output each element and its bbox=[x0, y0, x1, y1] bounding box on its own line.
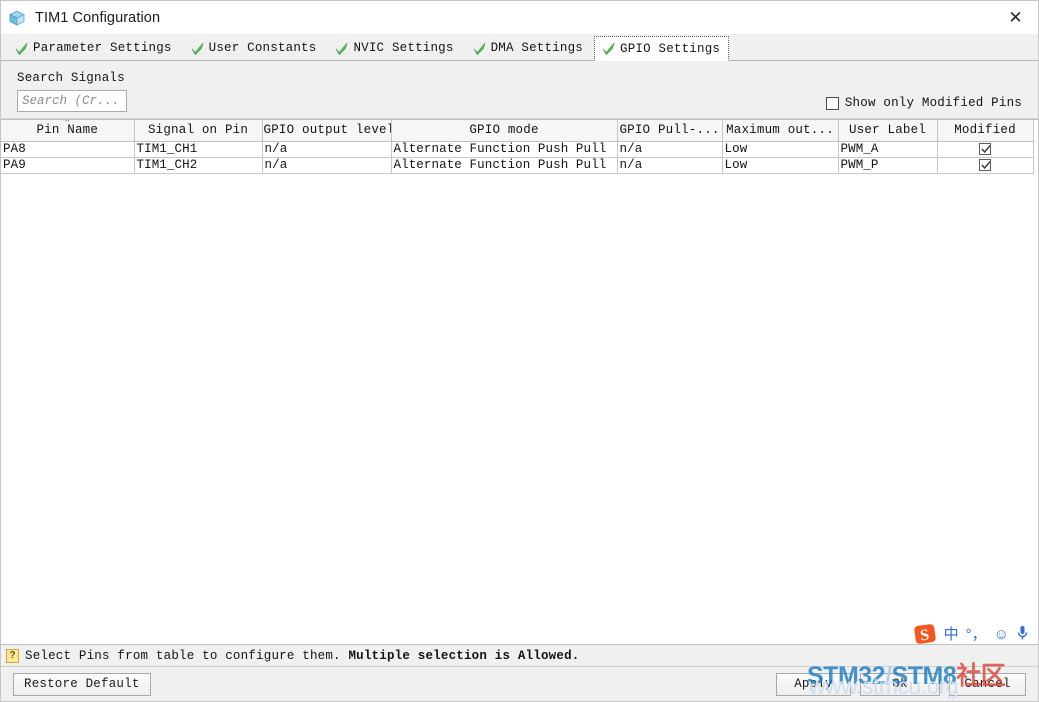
tim1-configuration-dialog: TIM1 Configuration ✕ Parameter Settings … bbox=[0, 0, 1039, 702]
dialog-button-bar: Restore Default Apply Ok Cancel bbox=[1, 667, 1038, 701]
checkbox-box bbox=[825, 96, 839, 110]
cell-gpio-pull[interactable]: n/a bbox=[617, 141, 723, 158]
status-bar: ? Select Pins from table to configure th… bbox=[1, 645, 1038, 667]
cell-gpio-output-level[interactable]: n/a bbox=[262, 157, 392, 174]
search-signals-label: Search Signals bbox=[17, 71, 125, 85]
search-input[interactable] bbox=[17, 90, 127, 112]
apply-button[interactable]: Apply bbox=[776, 672, 851, 696]
column-label: User Label bbox=[848, 123, 926, 138]
column-header-modified[interactable]: Modified bbox=[937, 120, 1034, 142]
column-header-signal-on-pin[interactable]: Signal on Pin bbox=[134, 120, 263, 142]
green-check-icon bbox=[14, 41, 29, 56]
tab-label: User Constants bbox=[208, 41, 317, 55]
column-header-user-label[interactable]: User Label bbox=[838, 120, 938, 142]
column-header-gpio-output-level[interactable]: GPIO output level bbox=[262, 120, 392, 142]
tab-nvic-settings[interactable]: NVIC Settings bbox=[327, 35, 463, 60]
status-message: Select Pins from table to configure them… bbox=[25, 649, 580, 663]
tab-dma-settings[interactable]: DMA Settings bbox=[464, 35, 592, 60]
tab-user-constants[interactable]: User Constants bbox=[182, 35, 326, 60]
cell-gpio-pull[interactable]: n/a bbox=[617, 157, 723, 174]
column-header-maximum-output[interactable]: Maximum out... bbox=[722, 120, 839, 142]
tab-label: GPIO Settings bbox=[620, 41, 721, 56]
cell-pin-name[interactable]: PA9 bbox=[1, 157, 135, 174]
cancel-button[interactable]: Cancel bbox=[949, 672, 1026, 696]
pins-table: ⌃ Pin Name Signal on Pin GPIO output lev… bbox=[1, 120, 1034, 174]
restore-default-button[interactable]: Restore Default bbox=[13, 672, 151, 696]
checkmark-icon[interactable] bbox=[979, 142, 991, 155]
search-area: Search Signals Show only Modified Pins bbox=[1, 61, 1038, 119]
cube-icon bbox=[8, 9, 26, 27]
cell-maximum-output[interactable]: Low bbox=[722, 141, 839, 158]
cell-signal-on-pin[interactable]: TIM1_CH2 bbox=[134, 157, 263, 174]
green-check-icon bbox=[472, 41, 487, 56]
table-header-row: ⌃ Pin Name Signal on Pin GPIO output lev… bbox=[1, 120, 1034, 142]
show-modified-pins-label: Show only Modified Pins bbox=[844, 96, 1022, 110]
column-label: Maximum out... bbox=[726, 123, 834, 138]
tab-gpio-settings[interactable]: GPIO Settings bbox=[594, 36, 730, 61]
tab-parameter-settings[interactable]: Parameter Settings bbox=[7, 35, 181, 60]
help-question-icon: ? bbox=[6, 648, 19, 663]
tab-label: Parameter Settings bbox=[33, 41, 172, 55]
cell-maximum-output[interactable]: Low bbox=[722, 157, 839, 174]
page-title: TIM1 Configuration bbox=[35, 9, 161, 26]
green-check-icon bbox=[334, 41, 349, 56]
cell-user-label[interactable]: PWM_A bbox=[838, 141, 938, 158]
column-label: Signal on Pin bbox=[147, 123, 249, 138]
column-label: GPIO output level bbox=[263, 123, 391, 138]
cell-gpio-output-level[interactable]: n/a bbox=[262, 141, 392, 158]
table-row[interactable]: PA8 TIM1_CH1 n/a Alternate Function Push… bbox=[1, 141, 1034, 158]
search-group: Search Signals bbox=[17, 71, 127, 112]
cell-modified[interactable] bbox=[937, 157, 1034, 174]
green-check-icon bbox=[601, 41, 616, 56]
checkmark-icon[interactable] bbox=[979, 158, 991, 171]
table-row[interactable]: PA9 TIM1_CH2 n/a Alternate Function Push… bbox=[1, 157, 1034, 174]
tab-label: DMA Settings bbox=[490, 41, 583, 55]
cell-gpio-mode[interactable]: Alternate Function Push Pull bbox=[391, 157, 618, 174]
cell-modified[interactable] bbox=[937, 141, 1034, 158]
green-check-icon bbox=[190, 41, 205, 56]
column-header-gpio-mode[interactable]: GPIO mode bbox=[391, 120, 618, 142]
column-header-gpio-pull[interactable]: GPIO Pull-... bbox=[617, 120, 723, 142]
sort-ascending-icon: ⌃ bbox=[64, 120, 71, 128]
status-message-normal: Select Pins from table to configure them… bbox=[25, 648, 349, 663]
column-label: GPIO Pull-... bbox=[619, 123, 720, 138]
column-label: Modified bbox=[954, 123, 1016, 138]
column-label: GPIO mode bbox=[469, 123, 539, 138]
tab-bar: Parameter Settings User Constants NVIC S… bbox=[1, 34, 1038, 61]
ok-button[interactable]: Ok bbox=[860, 672, 940, 696]
tab-label: NVIC Settings bbox=[353, 41, 454, 55]
pins-table-container[interactable]: ⌃ Pin Name Signal on Pin GPIO output lev… bbox=[1, 119, 1038, 645]
show-modified-pins-checkbox[interactable]: Show only Modified Pins bbox=[825, 96, 1022, 110]
cell-gpio-mode[interactable]: Alternate Function Push Pull bbox=[391, 141, 618, 158]
gpio-settings-panel: Search Signals Show only Modified Pins bbox=[1, 61, 1038, 667]
cell-signal-on-pin[interactable]: TIM1_CH1 bbox=[134, 141, 263, 158]
column-header-pin-name[interactable]: ⌃ Pin Name bbox=[1, 120, 135, 142]
cell-pin-name[interactable]: PA8 bbox=[1, 141, 135, 158]
status-message-bold: Multiple selection is Allowed. bbox=[348, 648, 580, 663]
title-bar: TIM1 Configuration ✕ bbox=[1, 1, 1038, 34]
close-icon[interactable]: ✕ bbox=[993, 1, 1038, 34]
cell-user-label[interactable]: PWM_P bbox=[838, 157, 938, 174]
